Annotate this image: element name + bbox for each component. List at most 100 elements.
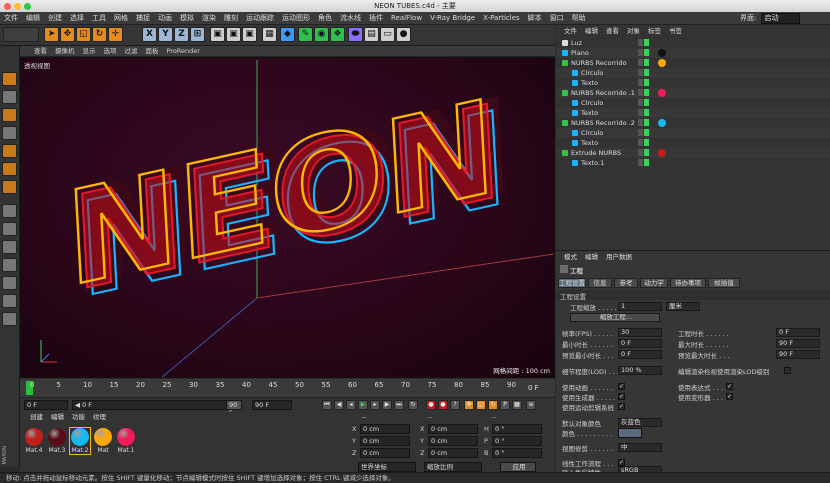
coord-value-field[interactable]: 0 cm: [428, 436, 478, 446]
visibility-flags[interactable]: [638, 39, 652, 47]
array-icon[interactable]: ❖: [330, 27, 345, 42]
menu-item[interactable]: 网格: [110, 12, 132, 24]
menu-item[interactable]: 编辑: [22, 12, 44, 24]
material-swatch[interactable]: Mat.1: [116, 428, 136, 454]
previous-frame-button[interactable]: ◂: [346, 400, 356, 410]
attribute-tab[interactable]: 帧插值: [708, 278, 740, 288]
points-mode-icon[interactable]: [2, 144, 17, 158]
material-tag-icon[interactable]: [658, 119, 666, 127]
timeline-ruler[interactable]: 0 5 10 15 20 25 30 35 40 45 50 55 60 65 70 75 80 85 90 0 F: [20, 379, 555, 397]
visibility-flags[interactable]: [638, 89, 652, 97]
visibility-flags[interactable]: [638, 69, 652, 77]
menu-item[interactable]: 运动跟踪: [242, 12, 278, 24]
zoom-window-button[interactable]: [24, 3, 31, 10]
render-lod-checkbox[interactable]: [784, 367, 791, 374]
start-frame-field[interactable]: 0 F: [24, 400, 68, 410]
render-view-icon[interactable]: ▣: [210, 27, 225, 42]
material-tag-icon[interactable]: [658, 49, 666, 57]
view-clipping-dropdown[interactable]: 中: [618, 443, 662, 452]
scale-project-button[interactable]: 缩放工程...: [570, 313, 660, 322]
menu-item[interactable]: X-Particles: [479, 12, 523, 24]
coord-system-dropdown[interactable]: 世界坐标: [358, 462, 416, 472]
go-to-start-button[interactable]: ⏮: [322, 400, 332, 410]
texture-mode-icon[interactable]: [2, 108, 17, 122]
key-point-level-button[interactable]: ▦: [512, 400, 522, 410]
object-row[interactable]: Texto: [556, 138, 830, 148]
model-mode-icon[interactable]: [2, 90, 17, 104]
visibility-flags[interactable]: [638, 99, 652, 107]
object-row[interactable]: NURBS Recorrido: [556, 58, 830, 68]
viewport-menu-item[interactable]: 过滤: [121, 46, 142, 56]
viewport-menu-item[interactable]: 显示: [79, 46, 100, 56]
light-icon[interactable]: ●: [396, 27, 411, 42]
close-window-button[interactable]: [4, 3, 11, 10]
environment-icon[interactable]: ▤: [364, 27, 379, 42]
visibility-flags[interactable]: [638, 149, 652, 157]
object-row[interactable]: Plano: [556, 48, 830, 58]
preview-min-field[interactable]: 0 F: [618, 350, 662, 359]
lod-field[interactable]: 100 %: [618, 366, 662, 375]
visibility-flags[interactable]: [638, 49, 652, 57]
menu-item[interactable]: 模拟: [176, 12, 198, 24]
material-tag-icon[interactable]: [658, 89, 666, 97]
min-time-field[interactable]: 0 F: [618, 339, 662, 348]
timeline-menu-button[interactable]: ≡: [526, 400, 536, 410]
scale-mode-dropdown[interactable]: 缩放比例: [424, 462, 482, 472]
workplane-grid-icon[interactable]: [2, 312, 17, 326]
key-scale-button[interactable]: ◱: [476, 400, 486, 410]
visibility-flags[interactable]: [638, 119, 652, 127]
material-tag-icon[interactable]: [658, 149, 666, 157]
menu-item[interactable]: 文件: [0, 12, 22, 24]
object-row[interactable]: Texto: [556, 108, 830, 118]
linear-workflow-checkbox[interactable]: ✓: [618, 459, 625, 466]
object-menu-item[interactable]: 标签: [644, 26, 665, 36]
menu-item[interactable]: 工具: [88, 12, 110, 24]
object-row[interactable]: Círculo: [556, 128, 830, 138]
visibility-flags[interactable]: [638, 59, 652, 67]
layout-dropdown[interactable]: 启动: [760, 13, 800, 24]
autokey-button[interactable]: ●: [438, 400, 448, 410]
object-row[interactable]: NURBS Recorrido .1: [556, 88, 830, 98]
object-row[interactable]: Texto: [556, 78, 830, 88]
coord-value-field[interactable]: 0 cm: [360, 436, 410, 446]
menu-item[interactable]: 选择: [66, 12, 88, 24]
project-time-field[interactable]: 0 F: [776, 328, 820, 337]
camera-icon[interactable]: ▭: [380, 27, 395, 42]
attribute-tab[interactable]: 信息: [588, 278, 612, 288]
menu-item[interactable]: 角色: [314, 12, 336, 24]
preview-end-value[interactable]: 90 F: [226, 400, 242, 417]
menu-item[interactable]: 流水线: [336, 12, 365, 24]
material-tag-icon[interactable]: [658, 59, 666, 67]
object-menu-item[interactable]: 查看: [602, 26, 623, 36]
attribute-menu-item[interactable]: 编辑: [581, 252, 602, 262]
sculpt-icon[interactable]: [2, 294, 17, 308]
viewport-menu-item[interactable]: 选项: [100, 46, 121, 56]
fps-field[interactable]: 30: [618, 328, 662, 337]
coord-value-field[interactable]: 0 cm: [360, 448, 410, 458]
undo-redo-button[interactable]: [3, 27, 39, 42]
render-picture-viewer-icon[interactable]: ▣: [226, 27, 241, 42]
next-key-button[interactable]: ▶: [382, 400, 392, 410]
material-menu-item[interactable]: 功能: [68, 412, 89, 422]
viewport-menu-item[interactable]: 查看: [30, 46, 51, 56]
menu-item[interactable]: V-Ray Bridge: [426, 12, 479, 24]
key-rotation-button[interactable]: ↻: [488, 400, 498, 410]
render-settings-icon[interactable]: ▣: [242, 27, 257, 42]
previous-key-button[interactable]: ◀: [334, 400, 344, 410]
preview-max-field[interactable]: 90 F: [776, 350, 820, 359]
viewport-menu-item[interactable]: 面板: [142, 46, 163, 56]
tweak-mode-icon[interactable]: [2, 222, 17, 236]
menu-item[interactable]: 雕刻: [220, 12, 242, 24]
object-row[interactable]: Círculo: [556, 68, 830, 78]
visibility-flags[interactable]: [638, 159, 652, 167]
menu-item[interactable]: 创建: [44, 12, 66, 24]
menu-item[interactable]: 渲染: [198, 12, 220, 24]
axis-mode-icon[interactable]: [2, 204, 17, 218]
menu-item[interactable]: RealFlow: [387, 12, 426, 24]
key-position-button[interactable]: ✥: [464, 400, 474, 410]
coordinate-system-icon[interactable]: ⊞: [190, 27, 205, 42]
axis-x-button[interactable]: X: [142, 27, 157, 42]
viewport-menu-item[interactable]: ProRender: [163, 46, 204, 56]
edges-mode-icon[interactable]: [2, 162, 17, 176]
menu-item[interactable]: 捕捉: [132, 12, 154, 24]
